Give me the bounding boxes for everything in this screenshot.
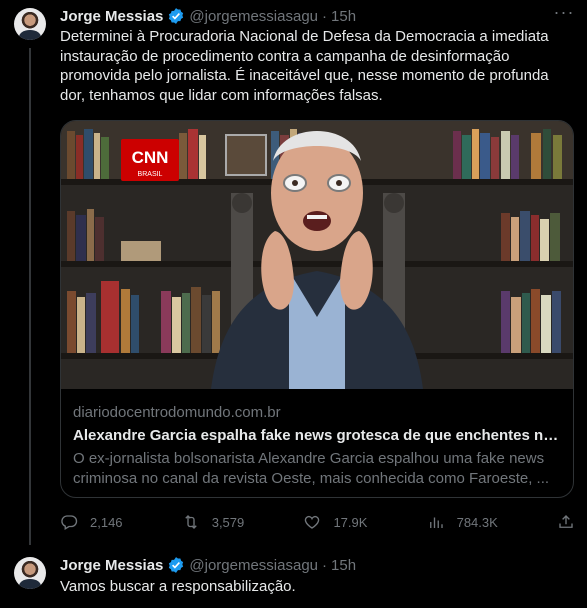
share-icon <box>559 515 573 528</box>
view-count: 784.3K <box>456 514 498 530</box>
card-domain[interactable]: diariodocentrodomundo.com.br <box>73 403 563 422</box>
cnn-logo-sub: BRASIL <box>138 171 163 178</box>
views-button[interactable]: 784.3K <box>427 513 498 531</box>
repost-icon <box>184 515 197 529</box>
avatar[interactable] <box>14 8 46 40</box>
thread-line <box>29 48 31 545</box>
separator-dot: · <box>322 556 328 574</box>
timestamp[interactable]: 15h <box>331 8 356 25</box>
cnn-logo-text: CNN <box>132 148 169 167</box>
reply-count: 2,146 <box>90 514 123 530</box>
tweet[interactable]: Jorge Messias @jorgemessiasagu · 15h Vam… <box>0 545 587 608</box>
reply-button[interactable]: 2,146 <box>60 513 123 531</box>
reply-icon <box>61 515 78 530</box>
share-button[interactable] <box>557 513 575 531</box>
author-name[interactable]: Jorge Messias <box>60 8 163 25</box>
tweet-actions: 2,146 3,579 17.9K 784.3K <box>60 510 575 534</box>
link-card[interactable]: CNN BRASIL diariodocentrodomundo.com.br … <box>60 120 574 498</box>
card-image[interactable]: CNN BRASIL <box>61 121 573 389</box>
author-handle[interactable]: @jorgemessiasagu <box>189 557 318 574</box>
more-icon[interactable]: ··· <box>553 3 575 27</box>
tweet-text: Determinei à Procuradoria Nacional de De… <box>60 28 549 104</box>
like-count: 17.9K <box>333 514 368 530</box>
tweet[interactable]: Jorge Messias @jorgemessiasagu · 15h ···… <box>0 0 587 545</box>
tweet-header: Jorge Messias @jorgemessiasagu · 15h <box>60 5 356 27</box>
timestamp[interactable]: 15h <box>331 557 356 574</box>
tweet-text: Vamos buscar a responsabilização. <box>60 578 296 595</box>
card-title[interactable]: Alexandre Garcia espalha fake news grote… <box>73 426 563 446</box>
separator-dot: · <box>322 7 328 25</box>
card-description: O ex-jornalista bolsonarista Alexandre G… <box>73 450 550 487</box>
author-name[interactable]: Jorge Messias <box>60 557 163 574</box>
heart-icon <box>305 515 320 529</box>
repost-count: 3,579 <box>211 514 245 530</box>
verified-badge-icon[interactable] <box>167 7 185 25</box>
tweet-header: Jorge Messias @jorgemessiasagu · 15h <box>60 554 356 576</box>
verified-badge-icon[interactable] <box>167 556 185 574</box>
analytics-icon <box>429 517 443 528</box>
avatar[interactable] <box>14 557 46 589</box>
card-meta[interactable]: diariodocentrodomundo.com.br Alexandre G… <box>73 403 563 489</box>
like-button[interactable]: 17.9K <box>303 513 367 531</box>
author-handle[interactable]: @jorgemessiasagu <box>189 8 318 25</box>
repost-button[interactable]: 3,579 <box>182 513 245 531</box>
card-thumbnail-illustration: CNN BRASIL <box>61 121 573 389</box>
